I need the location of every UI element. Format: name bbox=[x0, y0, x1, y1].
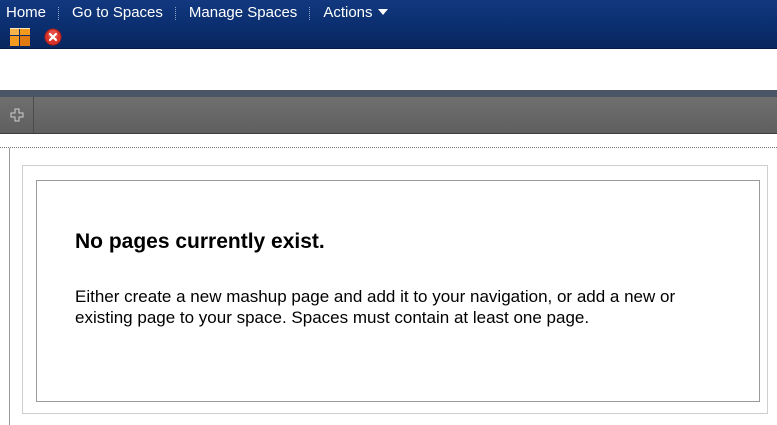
nav-separator bbox=[58, 6, 60, 20]
page-toolbar bbox=[0, 97, 777, 134]
add-page-button[interactable] bbox=[0, 97, 34, 133]
empty-state-heading: No pages currently exist. bbox=[75, 230, 325, 253]
add-page-icon bbox=[10, 108, 23, 122]
empty-state-message: Either create a new mashup page and add … bbox=[75, 287, 676, 327]
toolbar-divider bbox=[0, 90, 777, 97]
top-navigation-bar: Home Go to Spaces Manage Spaces Actions bbox=[0, 0, 777, 49]
nav-go-to-spaces[interactable]: Go to Spaces bbox=[63, 0, 172, 26]
nav-separator bbox=[309, 6, 311, 20]
nav-actions-menu[interactable]: Actions bbox=[314, 0, 396, 26]
nav-home[interactable]: Home bbox=[0, 0, 55, 26]
spaces-app-icon[interactable] bbox=[10, 28, 30, 46]
nav-manage-spaces[interactable]: Manage Spaces bbox=[180, 0, 306, 26]
nav-actions-label: Actions bbox=[323, 4, 373, 21]
nav-menu: Home Go to Spaces Manage Spaces Actions bbox=[0, 0, 397, 26]
spaces-page: Home Go to Spaces Manage Spaces Actions bbox=[0, 0, 777, 425]
nav-separator bbox=[174, 6, 177, 20]
content-divider bbox=[0, 147, 777, 148]
close-icon[interactable] bbox=[44, 28, 62, 46]
chevron-down-icon bbox=[377, 9, 388, 16]
content-left-border bbox=[9, 148, 10, 425]
space-icon-row bbox=[0, 26, 62, 48]
